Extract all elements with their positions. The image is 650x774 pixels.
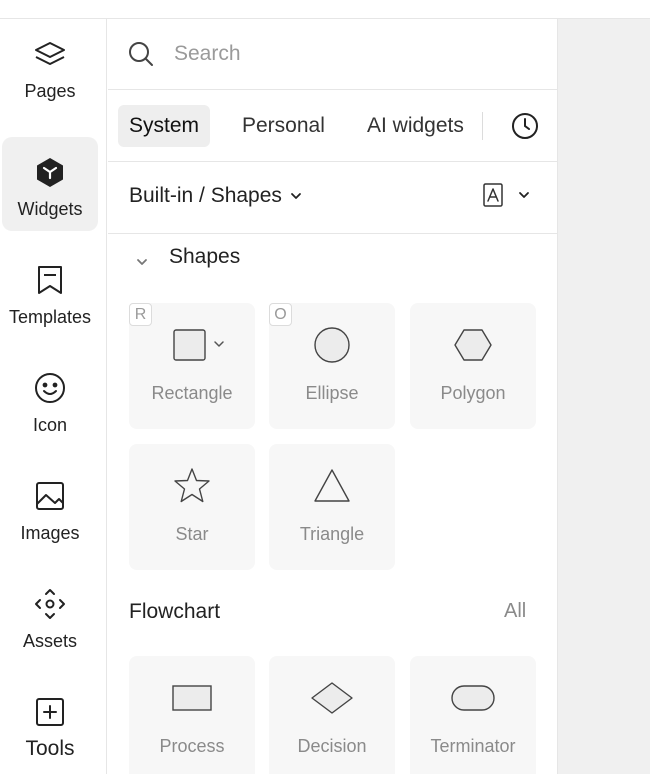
shape-label: Terminator (430, 736, 516, 756)
shape-label: Decision (297, 736, 367, 756)
font-document-icon (483, 183, 503, 207)
font-style-dropdown[interactable] (482, 182, 530, 208)
rail-item-icon[interactable]: Icon (2, 353, 98, 447)
canvas-area[interactable] (557, 19, 650, 774)
tab-ai-widgets[interactable]: AI widgets (356, 105, 475, 147)
shape-card-decision[interactable]: Decision (269, 656, 395, 774)
ellipse-icon (269, 325, 395, 365)
breadcrumb[interactable]: Built-in / Shapes (129, 184, 302, 208)
top-divider (0, 0, 650, 19)
shape-card-process[interactable]: Process (129, 656, 255, 774)
bookmark-icon (33, 263, 67, 297)
breadcrumb-label: Built-in / Shapes (129, 184, 282, 207)
rail-item-label: Pages (24, 81, 76, 101)
section-title: Flowchart (129, 600, 221, 623)
star-icon (129, 466, 255, 506)
rail-item-label: Assets (22, 631, 78, 651)
widgets-panel: System Personal AI widgets Built-in / Sh… (108, 19, 557, 774)
shape-card-star[interactable]: Star (129, 444, 255, 570)
triangle-icon (269, 466, 395, 506)
rail-item-label: Templates (8, 307, 92, 327)
search-bar (108, 19, 557, 90)
shape-label: Process (159, 736, 225, 756)
shape-card-ellipse[interactable]: O Ellipse (269, 303, 395, 429)
rectangle-icon (129, 325, 255, 365)
plus-square-icon (33, 695, 67, 729)
chevron-down-icon (137, 259, 147, 265)
shape-card-polygon[interactable]: Polygon (410, 303, 536, 429)
shortcut-badge: O (269, 303, 292, 326)
rail-item-label: Icon (32, 415, 68, 435)
rail-item-widgets[interactable]: Widgets (2, 137, 98, 231)
widgets-cube-icon (33, 155, 67, 189)
shape-label: Polygon (440, 383, 506, 403)
breadcrumb-bar: Built-in / Shapes (108, 162, 557, 234)
process-icon (129, 678, 255, 718)
shortcut-badge: R (129, 303, 152, 326)
flowchart-section-header: Flowchart All (108, 589, 557, 639)
search-input[interactable] (174, 35, 534, 73)
layers-icon (33, 37, 67, 71)
chevron-down-icon (519, 192, 529, 198)
rail-item-label: Widgets (17, 199, 83, 219)
rail-item-images[interactable]: Images (2, 461, 98, 555)
rail-item-pages[interactable]: Pages (2, 19, 98, 113)
tab-system[interactable]: System (118, 105, 211, 147)
rail-item-tools[interactable]: Tools (2, 677, 98, 771)
recent-clock-icon[interactable] (510, 111, 540, 141)
tabs-divider (482, 112, 483, 140)
image-icon (33, 479, 67, 513)
shape-label: Ellipse (305, 383, 359, 403)
left-rail: Pages Widgets Templates Icon Images Asse… (0, 19, 107, 774)
shape-label: Star (175, 524, 209, 544)
shape-card-rectangle[interactable]: R Rectangle (129, 303, 255, 429)
polygon-icon (410, 325, 536, 365)
rail-item-label: Images (20, 523, 80, 543)
rail-item-templates[interactable]: Templates (2, 245, 98, 339)
shape-label: Triangle (299, 524, 365, 544)
show-all-link[interactable]: All (504, 600, 526, 623)
section-title: Shapes (169, 245, 241, 268)
shape-card-terminator[interactable]: Terminator (410, 656, 536, 774)
assets-icon (33, 587, 67, 621)
rail-item-assets[interactable]: Assets (2, 569, 98, 663)
tab-bar: System Personal AI widgets (108, 90, 557, 162)
shape-card-triangle[interactable]: Triangle (269, 444, 395, 570)
chevron-down-icon (291, 193, 301, 199)
tab-personal[interactable]: Personal (231, 105, 336, 147)
shapes-section-header[interactable]: Shapes (108, 234, 557, 286)
rail-item-label: Tools (25, 737, 75, 760)
decision-icon (269, 678, 395, 718)
search-icon (128, 41, 154, 67)
shape-label: Rectangle (151, 383, 233, 403)
smiley-icon (33, 371, 67, 405)
terminator-icon (410, 678, 536, 718)
